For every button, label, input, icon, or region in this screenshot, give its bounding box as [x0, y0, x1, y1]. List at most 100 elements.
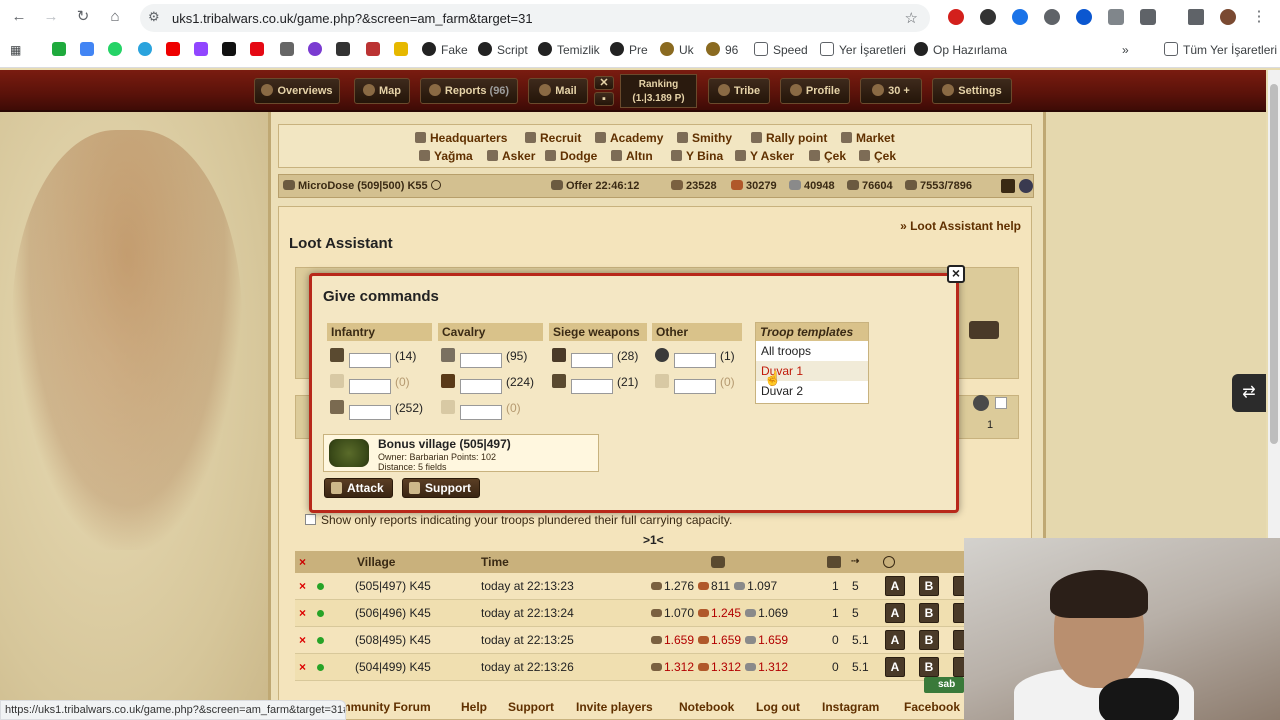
spear-input[interactable]: [349, 352, 391, 368]
village-link[interactable]: (508|495) K45: [355, 627, 431, 653]
quicklink-altin[interactable]: Altın: [611, 149, 653, 163]
farm-b-button[interactable]: B: [919, 630, 939, 650]
address-bar[interactable]: ⚙ uks1.tribalwars.co.uk/game.php?&screen…: [140, 4, 930, 32]
ram-input[interactable]: [571, 352, 613, 368]
delete-icon[interactable]: ×: [299, 654, 306, 680]
bookmark-icon[interactable]: [394, 42, 408, 56]
whatsapp-icon[interactable]: [108, 42, 122, 56]
kick-icon[interactable]: [222, 42, 236, 56]
telegram-icon[interactable]: [138, 42, 152, 56]
catapult-input[interactable]: [571, 378, 613, 394]
extension-icon[interactable]: [1076, 9, 1092, 25]
footer-help-link[interactable]: Help: [461, 700, 487, 714]
sword-input[interactable]: [349, 378, 391, 394]
twitch-icon[interactable]: [194, 42, 208, 56]
apps-grid-icon[interactable]: ▦: [10, 42, 21, 58]
farm-a-button[interactable]: A: [885, 603, 905, 623]
smithy-link[interactable]: Smithy: [677, 131, 732, 145]
catapult-count[interactable]: (21): [617, 375, 638, 389]
attack-button[interactable]: Attack: [324, 478, 393, 498]
bookmark-uk[interactable]: Uk: [660, 42, 694, 58]
bookmark-star-icon[interactable]: ☆: [905, 9, 918, 27]
checkbox[interactable]: [305, 514, 316, 525]
paladin-input[interactable]: [674, 352, 716, 368]
footer-notebook-link[interactable]: Notebook: [679, 700, 734, 714]
checkbox[interactable]: [995, 397, 1007, 409]
quest-icon[interactable]: [1019, 179, 1033, 193]
extension-icon[interactable]: [980, 9, 996, 25]
settings-button[interactable]: Settings: [932, 78, 1012, 104]
footer-facebook-link[interactable]: Facebook: [904, 700, 960, 714]
bookmark-96[interactable]: 96: [706, 42, 738, 58]
quicklink-y-bina[interactable]: Y Bina: [671, 149, 723, 163]
noble-input[interactable]: [674, 378, 716, 394]
footer-logout-link[interactable]: Log out: [756, 700, 800, 714]
side-toggle-icon[interactable]: ⇄: [1232, 374, 1266, 412]
bookmark-icon[interactable]: [336, 42, 350, 56]
bookmark-temizlik[interactable]: Temizlik: [538, 42, 600, 58]
academy-link[interactable]: Academy: [595, 131, 663, 145]
forum-icon[interactable]: ✕: [594, 76, 614, 90]
netflix-icon[interactable]: [250, 42, 264, 56]
extensions-puzzle-icon[interactable]: [1140, 9, 1156, 25]
reload-icon[interactable]: ↻: [72, 6, 94, 28]
quicklink-dodge[interactable]: Dodge: [545, 149, 597, 163]
bookmark-icon[interactable]: [308, 42, 322, 56]
quicklink-asker[interactable]: Asker: [487, 149, 535, 163]
footer-forum-link[interactable]: mmunity Forum: [340, 700, 431, 714]
template-all-troops[interactable]: All troops: [756, 341, 868, 361]
village-link[interactable]: (506|496) K45: [355, 600, 431, 626]
light-cavalry-input[interactable]: [460, 378, 502, 394]
notes-icon[interactable]: ▪: [594, 92, 614, 106]
table-row[interactable]: × (505|497) K45 today at 22:13:23 1.276 8…: [295, 573, 975, 600]
table-row[interactable]: × (504|499) K45 today at 22:13:26 1.312 1…: [295, 654, 975, 681]
current-village[interactable]: MicroDose (509|500) K55: [283, 180, 441, 192]
farm-a-button[interactable]: A: [885, 576, 905, 596]
axe-input[interactable]: [349, 404, 391, 420]
bookmark-icon[interactable]: [52, 42, 66, 56]
footer-support-link[interactable]: Support: [508, 700, 554, 714]
heavy-cavalry-input[interactable]: [460, 404, 502, 420]
spear-count[interactable]: (14): [395, 349, 416, 363]
quicklink-cek[interactable]: Çek: [809, 149, 846, 163]
farm-b-button[interactable]: B: [919, 603, 939, 623]
extension-icon[interactable]: [1012, 9, 1028, 25]
close-icon[interactable]: ×: [947, 265, 965, 283]
scout-count[interactable]: (95): [506, 349, 527, 363]
farm-a-button[interactable]: A: [885, 630, 905, 650]
premium-button[interactable]: 30 +: [860, 78, 922, 104]
scout-input[interactable]: [460, 352, 502, 368]
tribe-button[interactable]: Tribe: [708, 78, 770, 104]
headquarters-link[interactable]: Headquarters: [415, 131, 507, 145]
notebook-icon[interactable]: [1001, 179, 1015, 193]
reports-button[interactable]: Reports (96): [420, 78, 518, 104]
ram-count[interactable]: (28): [617, 349, 638, 363]
extension-icon[interactable]: [1044, 9, 1060, 25]
paladin-count[interactable]: (1): [720, 349, 735, 363]
site-info-icon[interactable]: ⚙: [148, 9, 164, 25]
market-link[interactable]: Market: [841, 131, 895, 145]
forward-icon[interactable]: →: [40, 6, 62, 28]
home-icon[interactable]: ⌂: [104, 6, 126, 28]
bookmark-op-hazirlama[interactable]: Op Hazırlama: [914, 42, 1007, 58]
ranking-box[interactable]: Ranking (1.|3.189 P): [620, 74, 697, 108]
extension-icon[interactable]: [1108, 9, 1124, 25]
quicklink-y-asker[interactable]: Y Asker: [735, 149, 794, 163]
axe-count[interactable]: (252): [395, 401, 423, 415]
help-link[interactable]: » Loot Assistant help: [900, 219, 1021, 233]
chevron-more-icon[interactable]: »: [1122, 42, 1129, 58]
info-icon[interactable]: [430, 180, 441, 190]
bookmark-all[interactable]: Tüm Yer İşaretleri: [1164, 42, 1277, 58]
menu-icon[interactable]: ⋮: [1248, 6, 1270, 28]
village-link[interactable]: (505|497) K45: [355, 573, 431, 599]
overviews-button[interactable]: Overviews: [254, 78, 340, 104]
support-button[interactable]: Support: [402, 478, 480, 498]
rally-point-link[interactable]: Rally point: [751, 131, 827, 145]
quicklink-yagma[interactable]: Yağma: [419, 149, 473, 163]
quicklink-cek-2[interactable]: Çek: [859, 149, 896, 163]
delete-icon[interactable]: ×: [299, 573, 306, 599]
chat-button[interactable]: sab: [924, 677, 964, 693]
youtube-icon[interactable]: [166, 42, 180, 56]
table-row[interactable]: × (508|495) K45 today at 22:13:25 1.659 1…: [295, 627, 975, 654]
bookmark-fake[interactable]: Fake: [422, 42, 468, 58]
